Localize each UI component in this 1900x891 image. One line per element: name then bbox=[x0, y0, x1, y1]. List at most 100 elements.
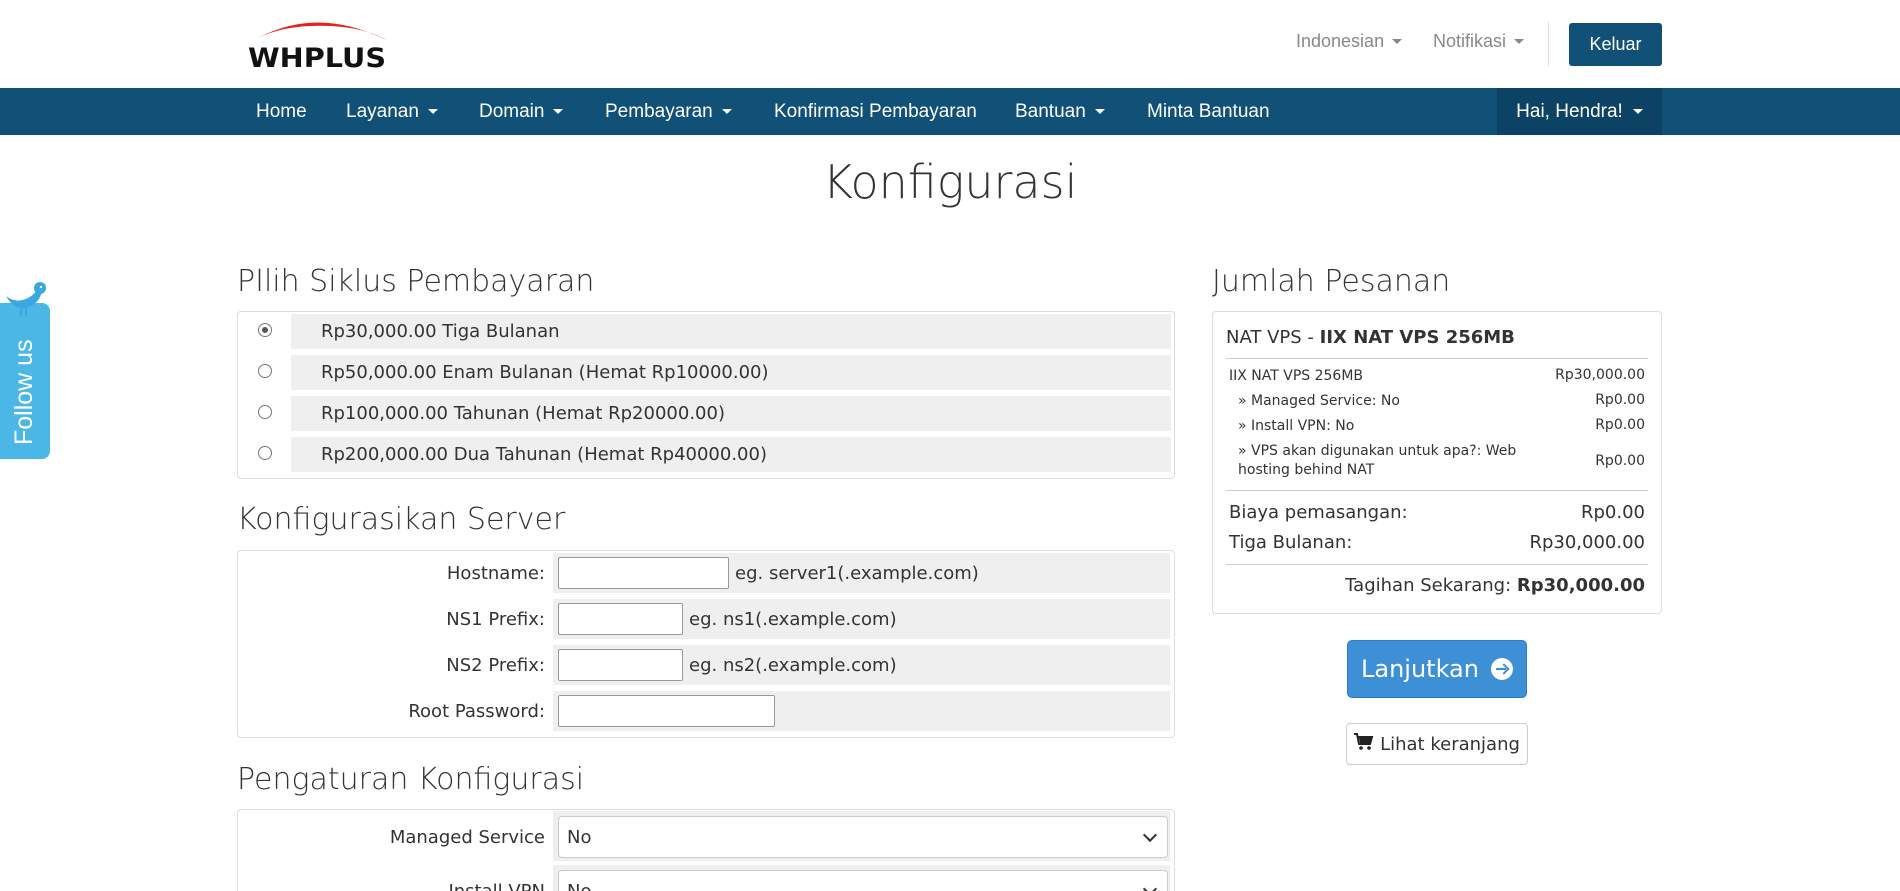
billing-option-row[interactable]: Rp50,000.00 Enam Bulanan (Hemat Rp10000.… bbox=[238, 353, 1174, 392]
billing-cycle-options: Rp30,000.00 Tiga Bulanan Rp50,000.00 Ena… bbox=[237, 311, 1175, 479]
line-label: » VPS akan digunakan untuk apa?: Web hos… bbox=[1238, 443, 1517, 478]
view-cart-button[interactable]: Lihat keranjang bbox=[1346, 723, 1528, 765]
billing-option-label[interactable]: Rp50,000.00 Enam Bulanan (Hemat Rp10000.… bbox=[291, 355, 1171, 390]
ns2-hint: eg. ns2(.example.com) bbox=[689, 654, 897, 676]
language-label: Indonesian bbox=[1296, 31, 1385, 51]
hostname-label: Hostname: bbox=[446, 562, 545, 584]
nav-domain[interactable]: Domain bbox=[479, 88, 564, 135]
ns2-input[interactable] bbox=[558, 649, 683, 681]
continue-button[interactable]: Lanjutkan bbox=[1347, 640, 1527, 698]
install-vpn-row: Install VPN No bbox=[238, 865, 1174, 891]
setup-fee-row: Biaya pemasangan: Rp0.00 bbox=[1229, 502, 1645, 523]
total-due-row: Tagihan Sekarang: Rp30,000.00 bbox=[1345, 575, 1645, 596]
server-config-heading: Konfigurasikan Server bbox=[237, 502, 566, 537]
billing-radio[interactable] bbox=[258, 405, 272, 419]
nav-domain-label: Domain bbox=[479, 100, 545, 122]
nav-layanan[interactable]: Layanan bbox=[346, 88, 438, 135]
config-options-heading: Pengaturan Konfigurasi bbox=[237, 762, 585, 797]
billing-radio[interactable] bbox=[258, 364, 272, 378]
root-password-cell bbox=[553, 691, 1170, 731]
nav-minta-bantuan-label: Minta Bantuan bbox=[1147, 100, 1270, 122]
chevron-down-icon bbox=[553, 109, 564, 114]
root-password-input[interactable] bbox=[558, 695, 775, 727]
billing-option-label[interactable]: Rp100,000.00 Tahunan (Hemat Rp20000.00) bbox=[291, 396, 1171, 431]
arrow-circle-right-icon bbox=[1490, 658, 1513, 680]
billing-option-row[interactable]: Rp200,000.00 Dua Tahunan (Hemat Rp40000.… bbox=[238, 435, 1174, 474]
divider bbox=[1226, 358, 1648, 359]
whplus-logo[interactable]: WHPLUS bbox=[246, 16, 391, 72]
hostname-input[interactable] bbox=[558, 557, 729, 589]
billing-radio[interactable] bbox=[258, 446, 272, 460]
shopping-cart-icon bbox=[1354, 732, 1374, 756]
chevron-down-icon bbox=[1142, 881, 1158, 891]
nav-bantuan[interactable]: Bantuan bbox=[1015, 88, 1105, 135]
nav-bantuan-label: Bantuan bbox=[1015, 100, 1086, 122]
ns2-label: NS2 Prefix: bbox=[446, 654, 545, 676]
summary-line: » VPS akan digunakan untuk apa?: Web hos… bbox=[1229, 442, 1645, 480]
main-navbar: Home Layanan Domain Pembayaran Konfirmas… bbox=[0, 88, 1900, 135]
summary-product-title: NAT VPS - IIX NAT VPS 256MB bbox=[1226, 327, 1515, 348]
svg-text:WHPLUS: WHPLUS bbox=[248, 43, 386, 72]
page-title: Konfigurasi bbox=[822, 155, 1078, 209]
order-summary: NAT VPS - IIX NAT VPS 256MB IIX NAT VPS … bbox=[1212, 311, 1662, 614]
follow-us-label: Follow us bbox=[10, 339, 38, 445]
summary-line: IIX NAT VPS 256MB Rp30,000.00 bbox=[1229, 367, 1645, 386]
billing-option-label[interactable]: Rp30,000.00 Tiga Bulanan bbox=[291, 314, 1171, 349]
chevron-down-icon bbox=[1094, 109, 1105, 114]
billing-radio[interactable] bbox=[258, 323, 272, 337]
chevron-down-icon bbox=[1392, 39, 1403, 44]
cycle-cost-value: Rp30,000.00 bbox=[1529, 532, 1645, 553]
divider bbox=[1226, 564, 1648, 565]
hostname-hint: eg. server1(.example.com) bbox=[735, 562, 979, 584]
view-cart-label: Lihat keranjang bbox=[1380, 733, 1520, 755]
line-label: IIX NAT VPS 256MB bbox=[1229, 368, 1364, 384]
managed-service-select[interactable]: No bbox=[558, 816, 1168, 858]
divider bbox=[1226, 490, 1648, 491]
ns1-input[interactable] bbox=[558, 603, 683, 635]
root-password-label: Root Password: bbox=[408, 700, 545, 722]
nav-pembayaran[interactable]: Pembayaran bbox=[605, 88, 732, 135]
language-dropdown[interactable]: Indonesian bbox=[1296, 31, 1403, 52]
chevron-down-icon bbox=[427, 109, 438, 114]
hostname-row: Hostname: eg. server1(.example.com) bbox=[238, 551, 1174, 595]
cycle-cost-row: Tiga Bulanan: Rp30,000.00 bbox=[1229, 532, 1645, 553]
nav-minta-bantuan[interactable]: Minta Bantuan bbox=[1147, 88, 1270, 135]
install-vpn-select[interactable]: No bbox=[558, 870, 1168, 891]
radio-cell bbox=[238, 312, 291, 351]
user-menu[interactable]: Hai, Hendra! bbox=[1497, 88, 1662, 135]
ns1-hint: eg. ns1(.example.com) bbox=[689, 608, 897, 630]
hostname-cell: eg. server1(.example.com) bbox=[553, 553, 1170, 593]
ns2-row: NS2 Prefix: eg. ns2(.example.com) bbox=[238, 643, 1174, 687]
nav-konfirmasi-label: Konfirmasi Pembayaran bbox=[774, 100, 977, 122]
billing-option-row[interactable]: Rp100,000.00 Tahunan (Hemat Rp20000.00) bbox=[238, 394, 1174, 433]
cycle-cost-label: Tiga Bulanan: bbox=[1229, 532, 1353, 553]
line-price: Rp0.00 bbox=[1595, 392, 1645, 408]
site-header: WHPLUS Indonesian Notifikasi Keluar bbox=[0, 0, 1900, 88]
ns1-cell: eg. ns1(.example.com) bbox=[553, 599, 1170, 639]
ns1-row: NS1 Prefix: eg. ns1(.example.com) bbox=[238, 597, 1174, 641]
install-vpn-value: No bbox=[567, 880, 592, 891]
summary-line: » Install VPN: No Rp0.00 bbox=[1229, 417, 1645, 436]
order-summary-heading: Jumlah Pesanan bbox=[1212, 264, 1451, 299]
product-group: NAT VPS bbox=[1226, 327, 1302, 348]
billing-option-label[interactable]: Rp200,000.00 Dua Tahunan (Hemat Rp40000.… bbox=[291, 437, 1171, 472]
notifications-dropdown[interactable]: Notifikasi bbox=[1433, 31, 1525, 52]
product-name: IIX NAT VPS 256MB bbox=[1319, 327, 1515, 348]
line-price: Rp0.00 bbox=[1595, 453, 1645, 469]
billing-option-row[interactable]: Rp30,000.00 Tiga Bulanan bbox=[238, 312, 1174, 351]
install-vpn-label: Install VPN bbox=[448, 880, 545, 891]
chevron-down-icon bbox=[1142, 827, 1158, 843]
nav-home[interactable]: Home bbox=[256, 88, 307, 135]
header-divider bbox=[1548, 22, 1549, 66]
ns1-label: NS1 Prefix: bbox=[446, 608, 545, 630]
total-due-label: Tagihan Sekarang: bbox=[1345, 575, 1512, 596]
radio-cell bbox=[238, 435, 291, 474]
logout-button[interactable]: Keluar bbox=[1569, 23, 1662, 66]
nav-konfirmasi-pembayaran[interactable]: Konfirmasi Pembayaran bbox=[774, 88, 977, 135]
config-options-form: Managed Service No Install VPN No bbox=[237, 809, 1175, 891]
chevron-down-icon bbox=[1514, 39, 1525, 44]
managed-service-value: No bbox=[567, 826, 592, 848]
radio-cell bbox=[238, 353, 291, 392]
setup-fee-label: Biaya pemasangan: bbox=[1229, 502, 1408, 523]
line-label: » Managed Service: No bbox=[1238, 393, 1400, 409]
